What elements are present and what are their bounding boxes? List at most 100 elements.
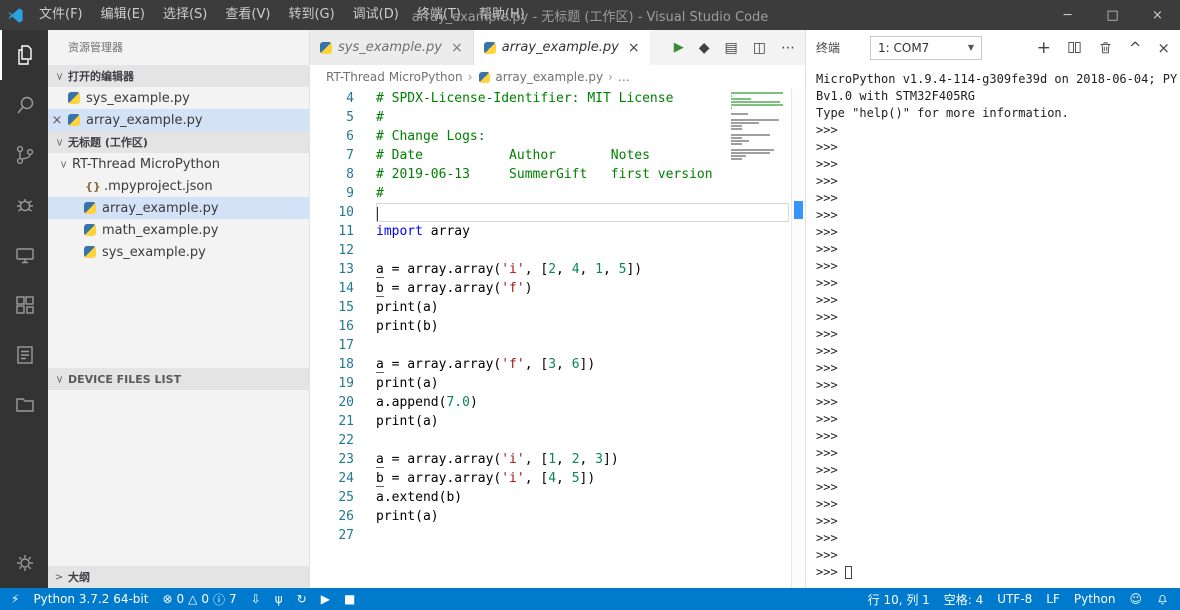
line-number: 23 bbox=[338, 452, 354, 467]
close-tab-icon[interactable]: × bbox=[628, 40, 640, 56]
close-panel-icon[interactable]: × bbox=[1157, 39, 1170, 57]
terminal-output[interactable]: MicroPython v1.9.4-114-g309fe39d on 2018… bbox=[806, 65, 1180, 588]
menu-item[interactable]: 调试(D) bbox=[344, 0, 408, 30]
notifications-bell-icon[interactable] bbox=[1149, 588, 1176, 610]
split-terminal-icon[interactable] bbox=[1067, 40, 1082, 55]
lightning-icon: ⚡ bbox=[11, 592, 20, 606]
line-number: 7 bbox=[346, 148, 354, 163]
indentation-indicator[interactable]: 空格: 4 bbox=[937, 588, 991, 610]
maximize-button[interactable]: □ bbox=[1090, 0, 1135, 30]
editor-scrollbar[interactable] bbox=[791, 89, 805, 588]
terminal-cursor bbox=[844, 566, 852, 579]
open-editor-item[interactable]: sys_example.py bbox=[48, 87, 309, 109]
folder-rt-thread-micropython[interactable]: > RT-Thread MicroPython bbox=[48, 153, 309, 175]
explorer-icon[interactable] bbox=[0, 30, 48, 80]
run-file-icon[interactable]: ▶ bbox=[674, 40, 684, 55]
file-tree-item[interactable]: math_example.py bbox=[48, 219, 309, 241]
cursor-position-indicator[interactable]: 行 10, 列 1 bbox=[861, 588, 937, 610]
language-mode-indicator[interactable]: Python bbox=[1067, 588, 1123, 610]
breadcrumb-folder[interactable]: RT-Thread MicroPython bbox=[326, 70, 463, 84]
line-number: 19 bbox=[338, 376, 354, 391]
download-to-board-icon[interactable]: ◆ bbox=[699, 40, 710, 56]
line-number: 13 bbox=[338, 262, 354, 277]
file-label: .mpyproject.json bbox=[104, 178, 213, 194]
maximize-panel-icon[interactable]: ^ bbox=[1129, 39, 1142, 57]
close-window-button[interactable]: × bbox=[1135, 0, 1180, 30]
close-tab-icon[interactable]: × bbox=[451, 40, 463, 56]
code-line: 25 a.extend(b) bbox=[310, 488, 805, 507]
menu-item[interactable]: 转到(G) bbox=[279, 0, 343, 30]
close-editor-icon[interactable]: × bbox=[48, 113, 66, 128]
board-download-button[interactable]: ⇩ bbox=[244, 588, 268, 610]
code-line: 8 # 2019-06-13 SummerGift first version bbox=[310, 165, 805, 184]
debug-icon[interactable] bbox=[0, 180, 48, 230]
device-files-icon[interactable] bbox=[0, 380, 48, 430]
settings-gear-icon[interactable] bbox=[0, 538, 48, 588]
sidebar-explorer: 资源管理器 > 打开的编辑器 sys_example.py × array_exam… bbox=[48, 30, 310, 588]
run-icon: ▶ bbox=[320, 592, 330, 606]
chevron-down-icon: > bbox=[53, 374, 65, 384]
menu-item[interactable]: 文件(F) bbox=[30, 0, 92, 30]
activity-bar bbox=[0, 30, 48, 588]
status-bar: ⚡ Python 3.7.2 64-bit ⊗ 0 △ 0 ⓘ 7 ⇩ ψ ↻ … bbox=[0, 588, 1180, 610]
open-editors-header[interactable]: > 打开的编辑器 bbox=[48, 65, 309, 87]
code-line: 16 print(b) bbox=[310, 317, 805, 336]
more-actions-icon[interactable]: ⋯ bbox=[781, 40, 795, 56]
menu-item[interactable]: 编辑(E) bbox=[92, 0, 154, 30]
source-control-icon[interactable] bbox=[0, 130, 48, 180]
sync-button[interactable]: ↻ bbox=[290, 588, 314, 610]
breadcrumb-file[interactable]: array_example.py bbox=[495, 70, 603, 84]
remote-device-icon[interactable] bbox=[0, 230, 48, 280]
line-number: 9 bbox=[346, 186, 354, 201]
minimap[interactable] bbox=[731, 92, 787, 164]
terminal-title[interactable]: 终端 bbox=[816, 39, 840, 56]
workspace-header[interactable]: > 无标题 (工作区) bbox=[48, 131, 309, 153]
code-editor[interactable]: 4 # SPDX-License-Identifier: MIT License 5… bbox=[310, 89, 805, 588]
run-button[interactable]: ▶ bbox=[314, 588, 337, 610]
terminal-prompt-line: >>> bbox=[816, 327, 845, 341]
line-number: 4 bbox=[346, 91, 354, 106]
terminal-output-line: MicroPython v1.9.4-114-g309fe39d on 2018… bbox=[816, 72, 1178, 86]
remote-indicator[interactable]: ⚡ bbox=[4, 588, 26, 610]
search-icon[interactable] bbox=[0, 80, 48, 130]
line-number: 22 bbox=[338, 433, 354, 448]
device-files-header[interactable]: > DEVICE FILES LIST bbox=[48, 368, 309, 390]
vscode-logo-icon bbox=[0, 7, 30, 24]
extensions-icon[interactable] bbox=[0, 280, 48, 330]
stop-button[interactable]: ■ bbox=[337, 588, 362, 610]
file-tree-item[interactable]: sys_example.py bbox=[48, 241, 309, 263]
new-terminal-icon[interactable]: + bbox=[1037, 38, 1051, 58]
errors-count: 0 bbox=[176, 592, 185, 606]
problems-indicator[interactable]: ⊗ 0 △ 0 ⓘ 7 bbox=[155, 588, 243, 610]
tab-array-example[interactable]: array_example.py × bbox=[473, 30, 650, 65]
dropdown-caret-icon: ▼ bbox=[967, 43, 975, 52]
file-tree-item[interactable]: {} .mpyproject.json bbox=[48, 175, 309, 197]
code-line: 14 b = array.array('f') bbox=[310, 279, 805, 298]
board-connect-button[interactable]: ψ bbox=[268, 588, 290, 610]
kill-terminal-trash-icon[interactable] bbox=[1098, 40, 1113, 55]
notebook-list-icon[interactable] bbox=[0, 330, 48, 380]
line-number: 26 bbox=[338, 509, 354, 524]
breadcrumb[interactable]: RT-Thread MicroPython › array_example.py… bbox=[310, 65, 805, 89]
file-tree-item[interactable]: array_example.py bbox=[48, 197, 309, 219]
python-interpreter-indicator[interactable]: Python 3.7.2 64-bit bbox=[26, 588, 155, 610]
breadcrumb-symbols[interactable]: … bbox=[618, 70, 630, 84]
menu-item[interactable]: 选择(S) bbox=[154, 0, 216, 30]
encoding-indicator[interactable]: UTF-8 bbox=[990, 588, 1039, 610]
sidebar-empty-area bbox=[48, 390, 309, 566]
open-file-icon[interactable]: ▤ bbox=[725, 40, 738, 56]
split-editor-icon[interactable]: ◫ bbox=[753, 40, 766, 56]
feedback-smiley-icon[interactable]: ☺ bbox=[1122, 588, 1149, 610]
menu-item[interactable]: 查看(V) bbox=[216, 0, 279, 30]
code-line: 9 # bbox=[310, 184, 805, 203]
tab-sys-example[interactable]: sys_example.py × bbox=[310, 30, 474, 65]
terminal-actions: + ^ × bbox=[1021, 38, 1170, 58]
sync-icon: ↻ bbox=[296, 592, 307, 606]
open-editor-item[interactable]: × array_example.py bbox=[48, 109, 309, 131]
code-line: 13 a = array.array('i', [2, 4, 1, 5]) bbox=[310, 260, 805, 279]
eol-indicator[interactable]: LF bbox=[1039, 588, 1067, 610]
terminal-selector-dropdown[interactable]: 1: COM7 ▼ bbox=[870, 35, 983, 60]
terminal-prompt-line: >>> bbox=[816, 564, 1180, 581]
outline-header[interactable]: > 大纲 bbox=[48, 566, 309, 588]
minimize-button[interactable]: ─ bbox=[1045, 0, 1090, 30]
